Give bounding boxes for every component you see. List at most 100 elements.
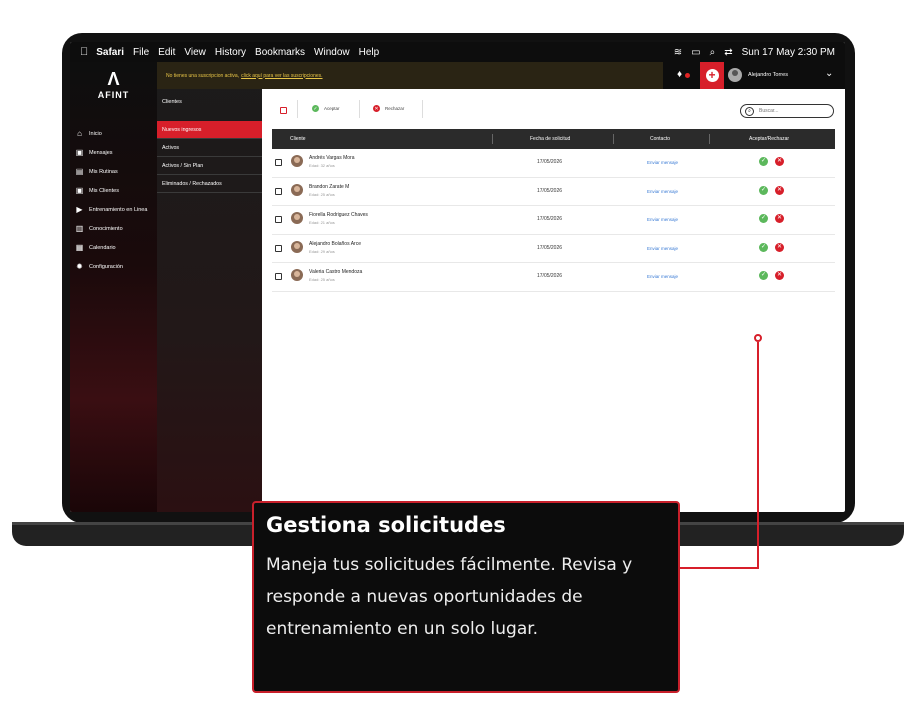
reject-x-icon[interactable]: ✕ — [775, 157, 784, 166]
send-message-link[interactable]: Enviar mensaje — [647, 217, 678, 222]
select-all-checkbox[interactable] — [280, 107, 287, 114]
plus-icon: + — [705, 69, 719, 82]
avatar — [291, 269, 303, 281]
nav-item-clientes[interactable]: ▣ Mis Clientes — [70, 181, 157, 200]
nav-label: Calendario — [89, 244, 116, 251]
add-button[interactable]: + — [700, 62, 724, 89]
request-date: 17/05/2026 — [537, 216, 563, 222]
accept-check-icon[interactable]: ✓ — [759, 214, 768, 223]
check-icon: ✓ — [312, 105, 319, 112]
accept-check-icon[interactable]: ✓ — [759, 242, 768, 252]
nav-item-calendario[interactable]: ▦ Calendario — [70, 238, 157, 257]
toolbar-divider — [422, 100, 423, 118]
nav-label: Inicio — [89, 130, 102, 137]
send-message-link[interactable]: Enviar mensaje — [647, 274, 678, 279]
search-box[interactable]: ⌕ — [740, 104, 834, 118]
menubar-clock[interactable]: Sun 17 May 2:30 PM — [742, 47, 835, 58]
user-card-icon: ▣ — [75, 186, 84, 195]
menu-help[interactable]: Help — [359, 47, 380, 58]
reject-x-icon[interactable]: ✕ — [775, 185, 784, 195]
notification-badge — [685, 73, 690, 78]
menu-file[interactable]: File — [133, 47, 149, 58]
accept-check-icon[interactable]: ✓ — [759, 185, 768, 195]
user-name[interactable]: Alejandro Torres — [748, 72, 788, 78]
sub-item-nuevos-ingresos[interactable]: Nuevos ingresos — [157, 121, 262, 139]
row-checkbox[interactable] — [275, 244, 282, 252]
client-name: Andrés Vargas Mora — [309, 155, 355, 161]
reject-x-icon[interactable]: ✕ — [775, 242, 784, 252]
subpanel-menu: Nuevos ingresos Activos Activos / Sin Pl… — [157, 121, 262, 193]
subscriptions-link[interactable]: click aquí para ver las suscripciones. — [241, 73, 322, 79]
table-toolbar: ✓ Aceptar ✕ Rechazar ⌕ — [262, 89, 845, 123]
accept-label: Aceptar — [324, 106, 340, 111]
col-fecha[interactable]: Fecha de solicitud — [530, 136, 570, 142]
client-age: Edad: 25 años — [309, 191, 335, 197]
banner-text: No tienes una suscripcion activa, — [166, 72, 240, 79]
nav-item-inicio[interactable]: ⌂ Inicio — [70, 124, 157, 143]
col-contacto[interactable]: Contacto — [650, 136, 670, 142]
nav-label: Mis Rutinas — [89, 168, 118, 175]
nav-label: Entrenamiento en Linea — [89, 206, 148, 213]
logo-mark-icon: Λ — [107, 69, 120, 89]
accept-check-icon[interactable]: ✓ — [759, 271, 768, 280]
brand-logo[interactable]: Λ AFINT — [70, 70, 157, 100]
row-checkbox[interactable] — [275, 187, 282, 195]
book-icon: ▥ — [75, 224, 84, 233]
sub-item-activos-sin-plan[interactable]: Activos / Sin Plan — [157, 157, 262, 175]
menu-app-name[interactable]: Safari — [96, 47, 124, 58]
close-icon: ✕ — [373, 105, 380, 112]
wifi-icon[interactable]: ≋ — [674, 47, 682, 58]
video-icon: ▶ — [76, 205, 83, 214]
table-row: Valeria Castro Mendoza Edad: 25 años 17/… — [272, 263, 835, 292]
app-screen:  Safari File Edit View History Bookmark… — [70, 42, 845, 512]
send-message-link[interactable]: Enviar mensaje — [647, 189, 678, 194]
reject-x-icon[interactable]: ✕ — [775, 271, 784, 280]
search-input[interactable] — [759, 108, 819, 114]
callout-anchor-dot — [754, 334, 762, 342]
spotlight-icon[interactable]: ⌕ — [710, 47, 716, 58]
menu-window[interactable]: Window — [314, 47, 350, 58]
accept-check-icon[interactable]: ✓ — [759, 157, 768, 166]
reject-button[interactable]: ✕ Rechazar — [373, 105, 404, 112]
menu-bookmarks[interactable]: Bookmarks — [255, 47, 305, 58]
battery-icon[interactable]: ▭ — [691, 47, 700, 58]
client-age: Edad: 25 años — [309, 277, 335, 282]
col-aceptar-rechazar[interactable]: Aceptar/Rechazar — [749, 136, 789, 142]
apple-icon[interactable]:  — [80, 46, 88, 58]
brand-name: AFINT — [97, 90, 130, 100]
client-age: Edad: 21 años — [309, 220, 335, 225]
sub-item-activos[interactable]: Activos — [157, 139, 262, 157]
main-sidebar: Λ AFINT ⌂ Inicio ▣ Mensajes ▤ Mis Rutinas ▣… — [70, 62, 157, 512]
send-message-link[interactable]: Enviar mensaje — [647, 160, 678, 165]
home-icon: ⌂ — [77, 129, 82, 138]
nav-item-entrenamiento[interactable]: ▶ Entrenamiento en Linea — [70, 200, 157, 219]
bell-icon[interactable]: ♦ — [677, 69, 682, 80]
client-name: Valeria Castro Mendoza — [309, 269, 363, 275]
menu-history[interactable]: History — [215, 47, 246, 58]
col-divider — [709, 134, 710, 144]
nav-item-rutinas[interactable]: ▤ Mis Rutinas — [70, 162, 157, 181]
row-checkbox[interactable] — [275, 273, 282, 280]
row-checkbox[interactable] — [275, 159, 282, 166]
toolbar-divider — [359, 100, 360, 118]
avatar[interactable] — [728, 68, 742, 82]
menu-edit[interactable]: Edit — [158, 47, 175, 58]
sub-item-eliminados[interactable]: Eliminados / Rechazados — [157, 175, 262, 193]
send-message-link[interactable]: Enviar mensaje — [647, 246, 678, 251]
feature-callout: Gestiona solicitudes Maneja tus solicitu… — [252, 501, 680, 693]
accept-button[interactable]: ✓ Aceptar — [312, 105, 340, 112]
reject-x-icon[interactable]: ✕ — [775, 214, 784, 223]
col-divider — [492, 134, 493, 144]
subpanel-title: Clientes — [162, 99, 182, 105]
calendar-icon: ▦ — [75, 243, 84, 252]
clipboard-icon: ▤ — [75, 167, 84, 176]
row-checkbox[interactable] — [275, 216, 282, 223]
nav-item-conocimiento[interactable]: ▥ Conocimiento — [70, 219, 157, 238]
nav-item-configuracion[interactable]: ✹ Configuración — [70, 257, 157, 276]
table-row: Alejandro Bolaños Arce Edad: 29 años 17/… — [272, 235, 835, 263]
col-cliente[interactable]: Cliente — [290, 136, 306, 142]
control-center-icon[interactable]: ⇄ — [724, 47, 732, 58]
nav-item-mensajes[interactable]: ▣ Mensajes — [70, 143, 157, 162]
menu-view[interactable]: View — [184, 47, 206, 58]
chevron-down-icon[interactable]: ⌄ — [825, 68, 833, 79]
